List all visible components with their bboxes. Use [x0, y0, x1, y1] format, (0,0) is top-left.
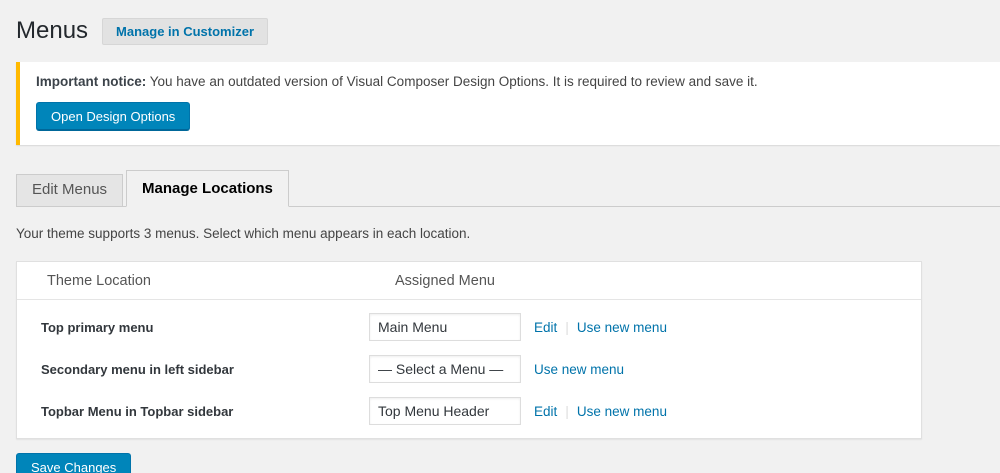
tab-manage-locations[interactable]: Manage Locations	[126, 170, 289, 207]
menu-locations-table: Theme Location Assigned Menu Top primary…	[17, 262, 921, 438]
location-label: Secondary menu in left sidebar	[17, 348, 369, 390]
save-changes-button[interactable]: Save Changes	[16, 453, 131, 473]
column-header-assigned-menu: Assigned Menu	[369, 262, 921, 300]
edit-menu-link[interactable]: Edit	[534, 320, 557, 335]
use-new-menu-link[interactable]: Use new menu	[534, 362, 624, 377]
link-separator: |	[565, 319, 569, 335]
use-new-menu-link[interactable]: Use new menu	[577, 404, 667, 419]
table-row-topbar-menu: Topbar Menu in Topbar sidebar Top Menu H…	[17, 390, 921, 438]
assigned-menu-select[interactable]: Main Menu	[369, 313, 521, 341]
open-design-options-button[interactable]: Open Design Options	[36, 102, 190, 131]
tab-edit-menus[interactable]: Edit Menus	[16, 174, 123, 206]
notice-message: You have an outdated version of Visual C…	[146, 74, 757, 89]
assigned-menu-select[interactable]: — Select a Menu —	[369, 355, 521, 383]
menu-locations-card: Theme Location Assigned Menu Top primary…	[16, 261, 922, 439]
location-label: Top primary menu	[17, 300, 369, 349]
edit-menu-link[interactable]: Edit	[534, 404, 557, 419]
table-row-top-primary-menu: Top primary menu Main Menu Edit | Use ne…	[17, 300, 921, 349]
location-label: Topbar Menu in Topbar sidebar	[17, 390, 369, 438]
column-header-theme-location: Theme Location	[17, 262, 369, 300]
menus-admin-page: Menus Manage in Customizer Important not…	[0, 0, 1000, 473]
manage-in-customizer-button[interactable]: Manage in Customizer	[102, 18, 268, 45]
page-title: Menus	[16, 16, 88, 46]
page-header: Menus Manage in Customizer	[16, 16, 1000, 46]
menus-tab-bar: Edit Menus Manage Locations	[16, 170, 1000, 207]
theme-menus-intro-text: Your theme supports 3 menus. Select whic…	[16, 226, 1000, 241]
save-row: Save Changes	[16, 453, 1000, 473]
notice-text: Important notice: You have an outdated v…	[36, 73, 988, 90]
notice-bold-prefix: Important notice:	[36, 74, 146, 89]
link-separator: |	[565, 403, 569, 419]
important-notice-banner: Important notice: You have an outdated v…	[16, 62, 1000, 145]
table-header-row: Theme Location Assigned Menu	[17, 262, 921, 300]
table-row-secondary-menu: Secondary menu in left sidebar — Select …	[17, 348, 921, 390]
assigned-menu-select[interactable]: Top Menu Header	[369, 397, 521, 425]
use-new-menu-link[interactable]: Use new menu	[577, 320, 667, 335]
